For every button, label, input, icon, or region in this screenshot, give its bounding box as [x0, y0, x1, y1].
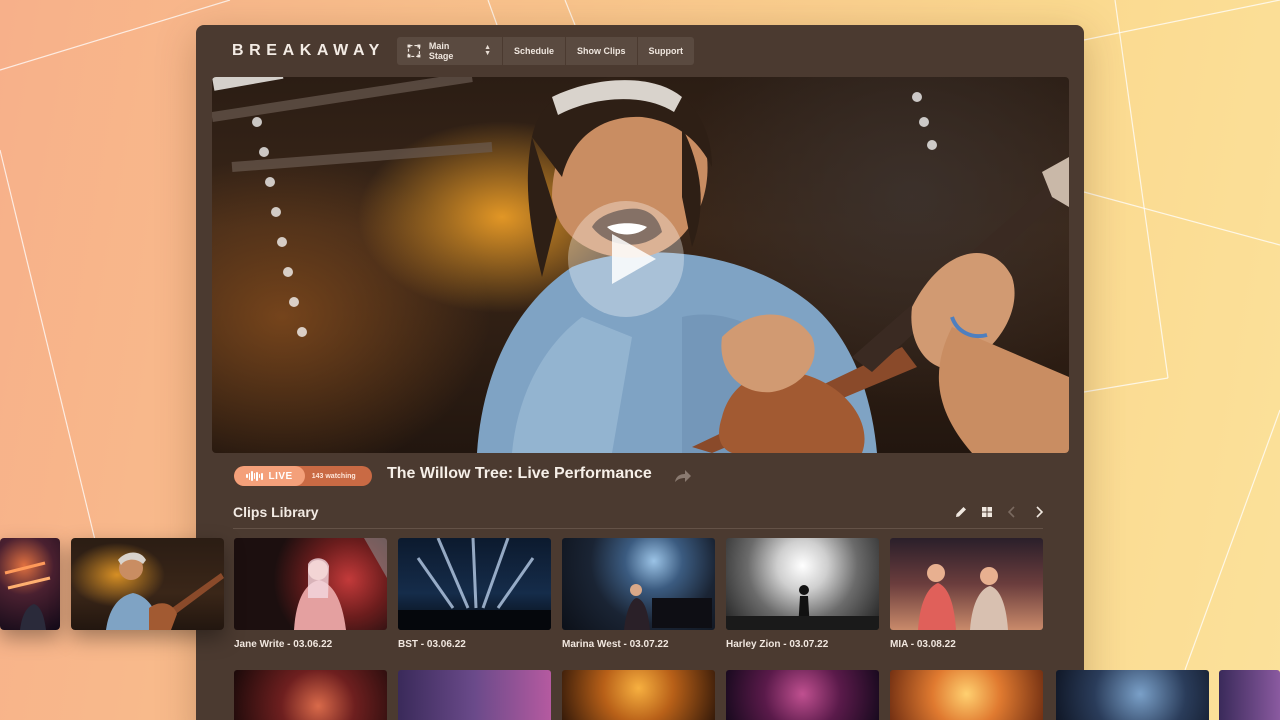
clip-card[interactable]: Jane Write - 03.06.22 — [234, 538, 387, 650]
clip-thumbnail[interactable] — [562, 670, 715, 720]
clip-thumbnail — [234, 538, 387, 630]
clip-title: BST - 03.06.22 — [398, 639, 466, 650]
stage-selector-label: Main Stage — [428, 41, 454, 61]
clip-thumbnail-offscreen — [1219, 670, 1280, 720]
chevron-left-icon[interactable] — [1005, 505, 1019, 519]
watching-count: 143 watching — [311, 472, 356, 480]
top-bar: BREAKAWAY Main Stage ▲ ▼ Schedule Show Cl… — [196, 25, 1084, 77]
clip-thumbnail[interactable] — [398, 670, 551, 720]
clip-thumbnail — [890, 538, 1043, 630]
floating-clip-preview[interactable] — [71, 538, 224, 630]
clips-row-2 — [234, 670, 1043, 720]
play-icon — [612, 234, 656, 284]
share-arrow-icon[interactable] — [674, 469, 692, 483]
nav-schedule[interactable]: Schedule — [503, 37, 567, 65]
nav-support[interactable]: Support — [637, 37, 695, 65]
clip-card[interactable]: BST - 03.06.22 — [398, 538, 551, 650]
clip-card[interactable]: Harley Zion - 03.07.22 — [726, 538, 879, 650]
clip-title: Marina West - 03.07.22 — [562, 639, 669, 650]
floating-clip-preview[interactable] — [0, 538, 60, 630]
stage-selector[interactable]: Main Stage ▲ ▼ — [397, 37, 503, 65]
clip-thumbnail[interactable] — [234, 670, 387, 720]
grid-icon[interactable] — [980, 505, 994, 519]
clip-title: Jane Write - 03.06.22 — [234, 639, 333, 650]
clips-grid: Jane Write - 03.06.22 BST - 03.06.22 Mar… — [234, 538, 1043, 650]
clip-card[interactable]: Marina West - 03.07.22 — [562, 538, 715, 650]
clip-thumbnail — [562, 538, 715, 630]
live-indicator: LIVE — [234, 466, 305, 486]
clips-library-heading: Clips Library — [233, 504, 319, 520]
clip-thumbnail[interactable] — [726, 670, 879, 720]
live-status: LIVE 143 watching — [234, 466, 372, 486]
clip-thumbnail — [726, 538, 879, 630]
live-label: LIVE — [268, 470, 293, 482]
main-nav: Main Stage ▲ ▼ Schedule Show Clips Suppor… — [397, 37, 695, 65]
video-player[interactable] — [212, 77, 1069, 453]
clip-title: Harley Zion - 03.07.22 — [726, 639, 829, 650]
clip-title: MIA - 03.08.22 — [890, 639, 956, 650]
clip-card[interactable]: MIA - 03.08.22 — [890, 538, 1043, 650]
nav-show-clips[interactable]: Show Clips — [566, 37, 638, 65]
clip-thumbnail[interactable] — [890, 670, 1043, 720]
pencil-icon[interactable] — [954, 505, 968, 519]
app-window: BREAKAWAY Main Stage ▲ ▼ Schedule Show Cl… — [196, 25, 1084, 720]
chevron-right-icon[interactable] — [1032, 505, 1046, 519]
updown-icon: ▲ ▼ — [484, 44, 491, 57]
brand-logo[interactable]: BREAKAWAY — [232, 42, 385, 60]
audio-wave-icon — [246, 471, 263, 481]
play-button[interactable] — [568, 201, 684, 317]
clip-thumbnail — [398, 538, 551, 630]
live-badge: LIVE 143 watching — [234, 466, 372, 486]
stage-icon — [407, 44, 421, 58]
clips-divider — [233, 528, 1043, 529]
clip-thumbnail-offscreen — [1056, 670, 1209, 720]
stream-title: The Willow Tree: Live Performance — [387, 465, 652, 482]
